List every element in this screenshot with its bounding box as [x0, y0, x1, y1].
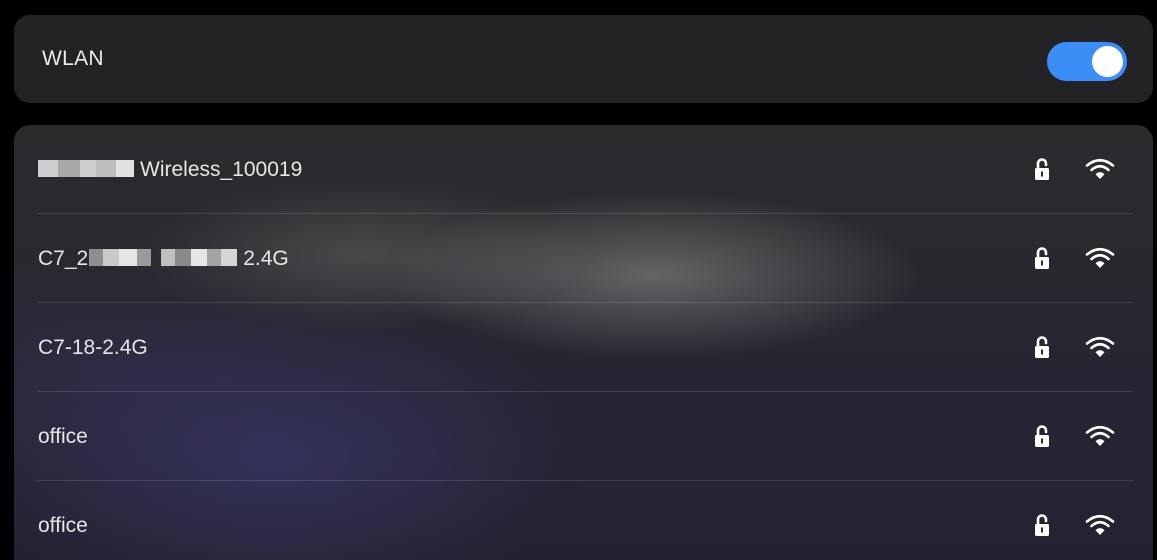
network-name: 2.4G	[243, 247, 289, 270]
network-name: Wireless_100019	[140, 158, 303, 181]
wifi-full-icon	[1085, 514, 1115, 535]
network-item-office-2[interactable]: office	[14, 481, 1153, 560]
obscured-text-block	[191, 248, 208, 266]
network-item-c7-2-4g[interactable]: C7_2 2.4G	[14, 214, 1153, 303]
lock-open-icon	[1035, 336, 1049, 358]
wifi-full-icon	[1085, 158, 1115, 179]
network-name: C7-18-2.4G	[38, 336, 148, 359]
network-name: office	[38, 425, 88, 448]
network-name-prefix: C7_2	[38, 247, 89, 270]
wlan-toggle-card: WLAN	[14, 15, 1153, 103]
lock-open-icon	[1035, 158, 1049, 180]
network-item-c7-18-2-4g[interactable]: C7-18-2.4G	[14, 303, 1153, 392]
network-name-container: C7_2 2.4G	[38, 214, 289, 303]
network-name-container: Wireless_100019	[38, 125, 302, 214]
wlan-label: WLAN	[42, 47, 104, 70]
network-item-office[interactable]: office	[14, 392, 1153, 481]
obscured-text-block	[175, 248, 192, 266]
obscured-text-block	[119, 248, 138, 266]
wifi-full-icon	[1085, 336, 1115, 357]
lock-open-icon	[1035, 514, 1049, 536]
obscured-text-block	[38, 159, 58, 177]
obscured-text-block	[116, 159, 134, 177]
wifi-full-icon	[1085, 425, 1115, 446]
obscured-text-block	[58, 159, 80, 177]
obscured-text-block	[103, 248, 120, 266]
obscured-text-block	[221, 248, 238, 266]
lock-open-icon	[1035, 247, 1049, 269]
obscured-text-block	[80, 159, 96, 177]
obscured-text-block	[207, 248, 222, 266]
network-name: office	[38, 514, 88, 537]
network-item-wireless-100019[interactable]: Wireless_100019	[14, 125, 1153, 214]
wifi-full-icon	[1085, 247, 1115, 268]
wifi-settings-screen: WLAN Wireless_100019 C7_2 2.4G C7-18-2.4…	[0, 0, 1157, 560]
wlan-toggle-switch[interactable]	[1047, 42, 1127, 81]
lock-open-icon	[1035, 425, 1049, 447]
obscured-text-block	[137, 248, 152, 266]
obscured-text-block	[161, 248, 176, 266]
network-list: Wireless_100019 C7_2 2.4G C7-18-2.4G off…	[14, 125, 1153, 560]
toggle-knob	[1092, 46, 1123, 77]
obscured-text-block	[96, 159, 116, 177]
obscured-text-block	[89, 248, 104, 266]
